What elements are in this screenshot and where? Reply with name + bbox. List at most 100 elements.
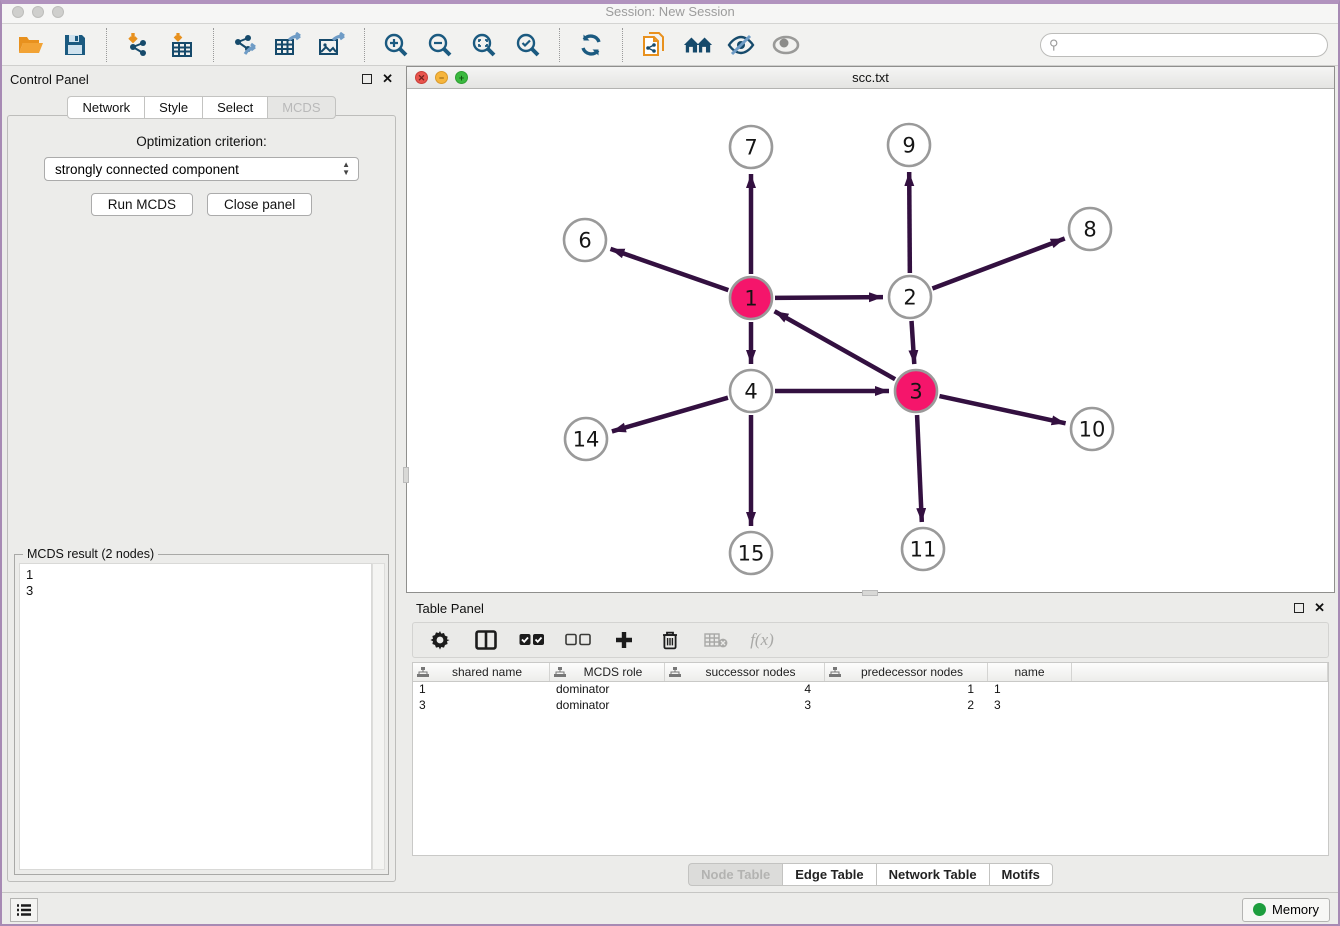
graph-node-label: 14: [573, 428, 600, 452]
select-all-icon[interactable]: [519, 627, 545, 653]
table-row[interactable]: 3dominator323: [413, 698, 1328, 714]
graph-node-2[interactable]: 2: [889, 276, 931, 318]
table-cell: 3: [665, 698, 825, 714]
zoom-out-icon[interactable]: [425, 30, 455, 60]
splitter-grip-left[interactable]: [403, 467, 409, 483]
mcds-result-scrollbar[interactable]: [372, 563, 385, 870]
tab-edge-table[interactable]: Edge Table: [782, 863, 875, 886]
delete-rows-icon[interactable]: [657, 627, 683, 653]
float-panel-icon[interactable]: [362, 74, 372, 84]
control-panel-tabs: Network Style Select MCDS: [0, 96, 403, 119]
graph-node-4[interactable]: 4: [730, 370, 772, 412]
search-icon: ⚲: [1049, 37, 1059, 53]
table-cell: dominator: [550, 698, 665, 714]
tab-motifs[interactable]: Motifs: [989, 863, 1053, 886]
graph-node-7[interactable]: 7: [730, 126, 772, 168]
node-table-header: shared name MCDS role successor nodes pr…: [413, 663, 1328, 682]
close-panel-button[interactable]: Close panel: [207, 193, 312, 216]
graph-node-9[interactable]: 9: [888, 124, 930, 166]
preview-eye-icon[interactable]: [771, 30, 801, 60]
table-cell: dominator: [550, 682, 665, 698]
column-header-name[interactable]: name: [988, 663, 1072, 681]
network-canvas[interactable]: 7 9 6 8 1 2 4 3 14 10 15 11: [407, 89, 1334, 592]
home-icon[interactable]: [683, 30, 713, 60]
graph-node-label: 3: [909, 380, 922, 404]
open-session-icon[interactable]: [16, 30, 46, 60]
graph-edge-1-2[interactable]: [775, 297, 883, 298]
graph-node-label: 6: [578, 229, 591, 253]
table-row[interactable]: 1dominator411: [413, 682, 1328, 698]
graph-node-14[interactable]: 14: [565, 418, 607, 460]
zoom-in-icon[interactable]: [381, 30, 411, 60]
task-history-button[interactable]: [10, 898, 38, 922]
network-window-title: scc.txt: [407, 70, 1334, 85]
table-panel: Table Panel ✕ f(x): [406, 596, 1335, 890]
memory-label: Memory: [1272, 902, 1319, 917]
graph-node-11[interactable]: 11: [902, 528, 944, 570]
optimization-criterion-label: Optimization criterion:: [8, 134, 395, 149]
mcds-result-text[interactable]: 1 3: [19, 563, 372, 870]
graph-node-15[interactable]: 15: [730, 532, 772, 574]
table-tabs: Node Table Edge Table Network Table Moti…: [406, 862, 1335, 886]
tab-select[interactable]: Select: [202, 96, 267, 119]
float-table-panel-icon[interactable]: [1294, 603, 1304, 613]
run-mcds-button[interactable]: Run MCDS: [91, 193, 193, 216]
save-session-icon[interactable]: [60, 30, 90, 60]
memory-button[interactable]: Memory: [1242, 898, 1330, 922]
add-row-icon[interactable]: [611, 627, 637, 653]
graph-node-label: 4: [744, 380, 757, 404]
graph-node-label: 9: [902, 134, 915, 158]
graph-edge-2-9[interactable]: [909, 172, 910, 273]
function-builder-icon: f(x): [749, 627, 775, 653]
tab-node-table[interactable]: Node Table: [688, 863, 782, 886]
graph-edge-3-1[interactable]: [775, 311, 896, 379]
graph-edge-3-10[interactable]: [939, 396, 1065, 423]
search-input[interactable]: [1040, 33, 1328, 57]
show-columns-icon[interactable]: [473, 627, 499, 653]
graph-edge-3-11[interactable]: [917, 415, 922, 522]
column-header-predecessor-nodes[interactable]: predecessor nodes: [825, 663, 988, 681]
export-image-icon[interactable]: [318, 30, 348, 60]
tab-network-table[interactable]: Network Table: [876, 863, 989, 886]
optimization-criterion-select[interactable]: strongly connected component ▲▼: [44, 157, 359, 181]
selected-criterion: strongly connected component: [55, 162, 239, 177]
graph-node-label: 15: [738, 542, 765, 566]
zoom-selected-icon[interactable]: [513, 30, 543, 60]
refresh-layout-icon[interactable]: [576, 30, 606, 60]
close-table-panel-icon[interactable]: ✕: [1314, 603, 1325, 613]
settings-gear-icon[interactable]: [427, 627, 453, 653]
import-network-icon[interactable]: [123, 30, 153, 60]
deselect-all-icon[interactable]: [565, 627, 591, 653]
column-header-shared-name[interactable]: shared name: [413, 663, 550, 681]
zoom-fit-icon[interactable]: [469, 30, 499, 60]
graph-node-label: 10: [1079, 418, 1106, 442]
graph-node-8[interactable]: 8: [1069, 208, 1111, 250]
graph-edge-2-8[interactable]: [932, 239, 1064, 289]
graph-edge-4-14[interactable]: [612, 398, 728, 432]
graph-node-3[interactable]: 3: [895, 370, 937, 412]
table-panel-title: Table Panel: [416, 601, 484, 616]
table-cell: 1: [825, 682, 988, 698]
graph-node-10[interactable]: 10: [1071, 408, 1113, 450]
toggle-visibility-icon[interactable]: [727, 30, 757, 60]
import-table-icon[interactable]: [167, 30, 197, 60]
graph-node-1[interactable]: 1: [730, 277, 772, 319]
graph-node-6[interactable]: 6: [564, 219, 606, 261]
tab-style[interactable]: Style: [144, 96, 202, 119]
export-network-icon[interactable]: [230, 30, 260, 60]
tab-network[interactable]: Network: [67, 96, 144, 119]
column-header-mcds-role[interactable]: MCDS role: [550, 663, 665, 681]
graph-edge-2-3[interactable]: [912, 321, 915, 364]
window-title: Session: New Session: [0, 4, 1340, 19]
column-header-successor-nodes[interactable]: successor nodes: [665, 663, 825, 681]
node-table: shared name MCDS role successor nodes pr…: [412, 662, 1329, 856]
export-table-icon[interactable]: [274, 30, 304, 60]
node-table-body: 1dominator4113dominator323: [413, 682, 1328, 714]
clone-network-icon[interactable]: [639, 30, 669, 60]
memory-status-dot: [1253, 903, 1266, 916]
table-cell: 1: [413, 682, 550, 698]
tab-mcds[interactable]: MCDS: [267, 96, 335, 119]
graph-node-label: 8: [1083, 218, 1096, 242]
close-panel-icon[interactable]: ✕: [382, 74, 393, 84]
graph-edge-1-6[interactable]: [610, 249, 728, 290]
